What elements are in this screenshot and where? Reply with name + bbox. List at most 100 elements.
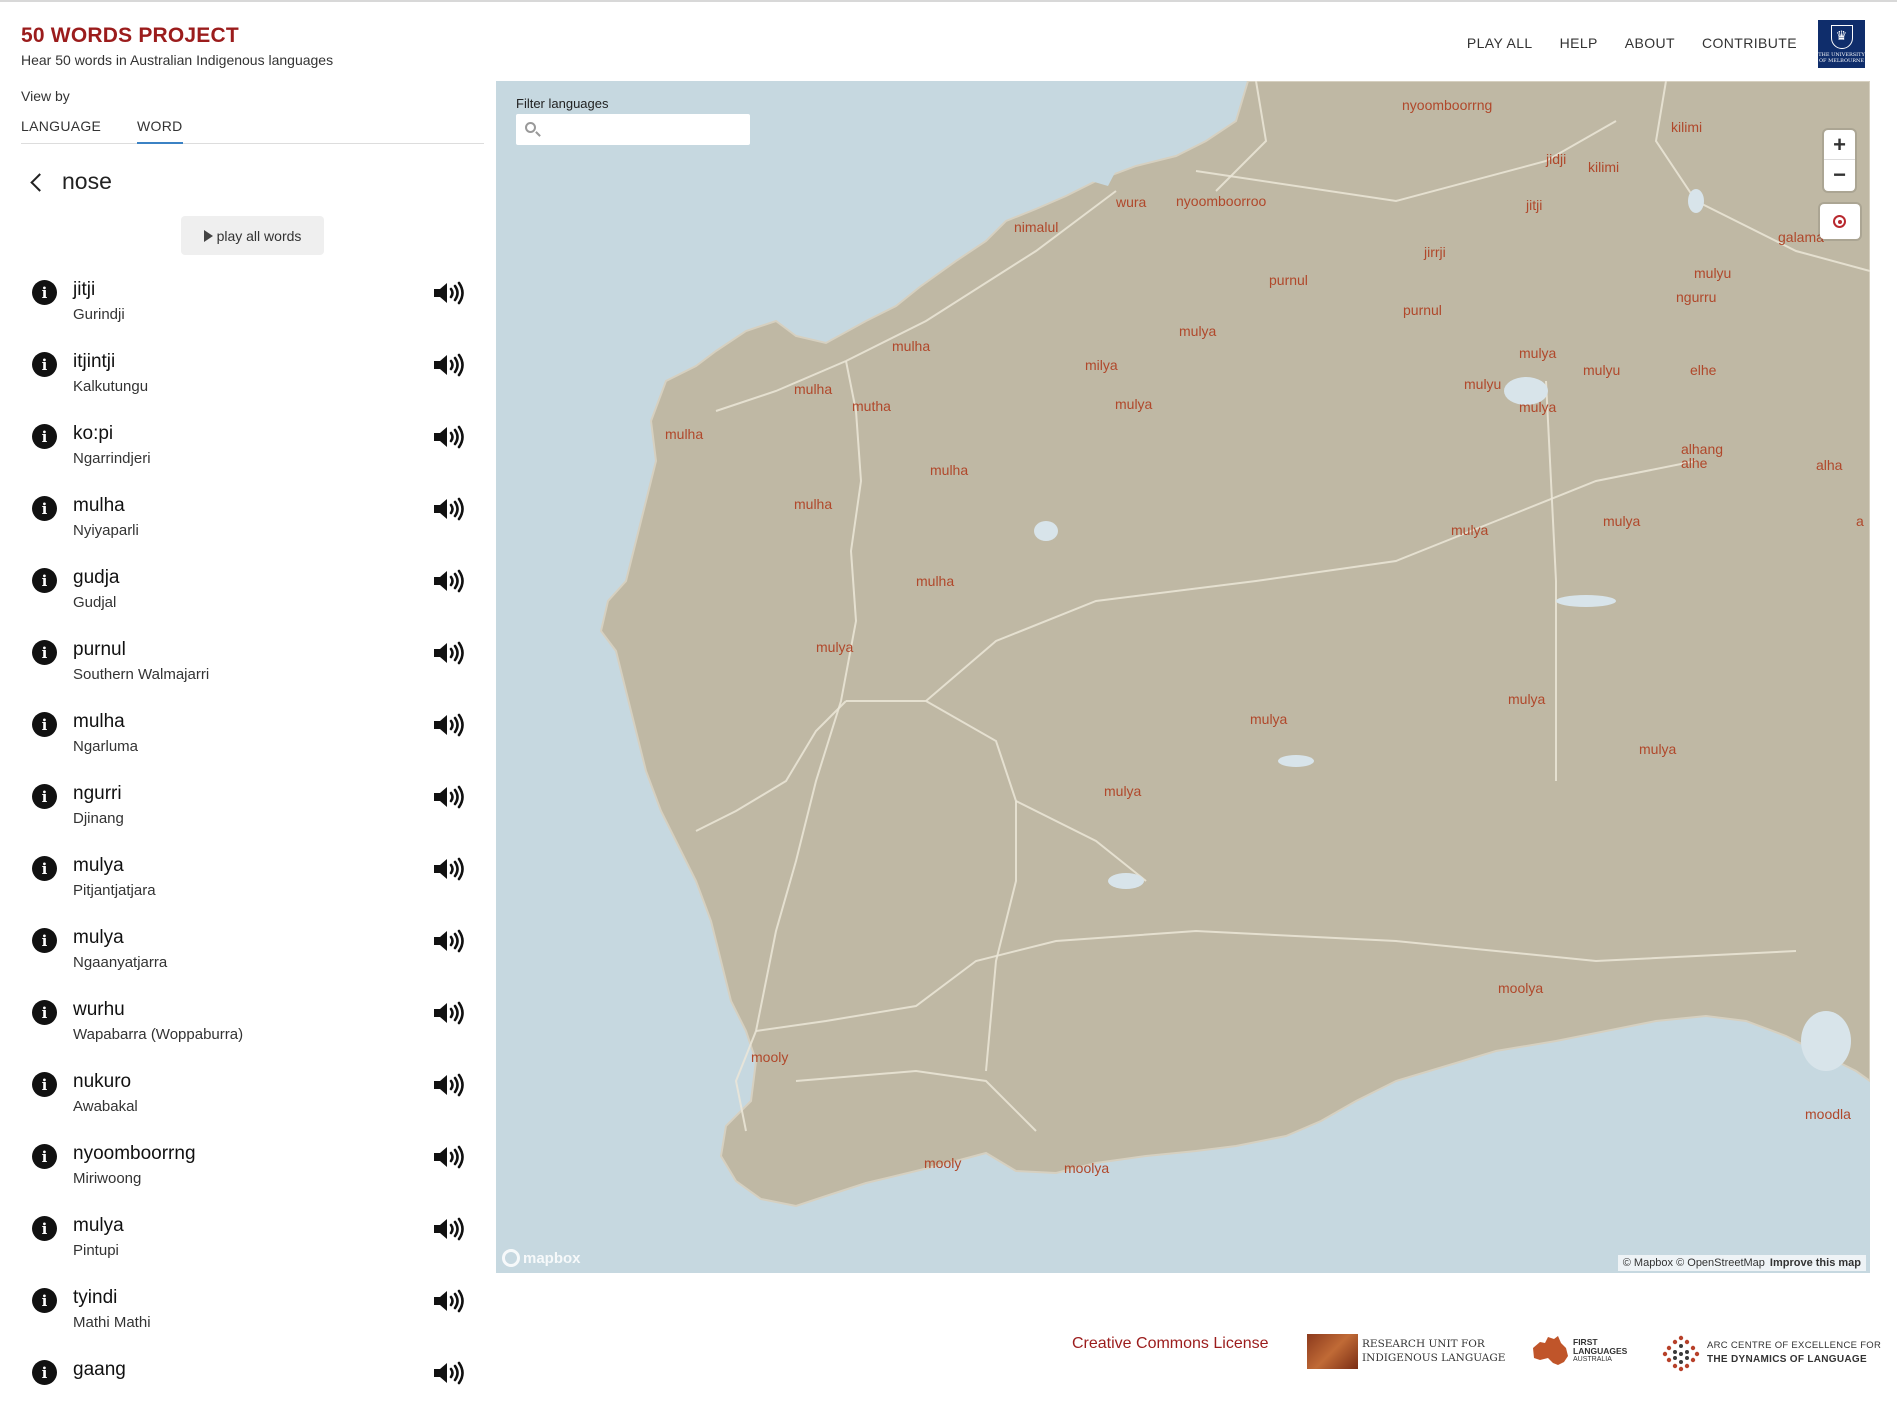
info-icon[interactable]: i	[32, 856, 57, 881]
filter-languages-field[interactable]	[516, 114, 750, 145]
map-label[interactable]: mulyu	[1694, 265, 1731, 281]
map-label[interactable]: mulya	[816, 639, 853, 655]
map-label[interactable]: mulya	[1519, 399, 1556, 415]
info-icon[interactable]: i	[32, 1360, 57, 1385]
map-label[interactable]: kilimi	[1588, 159, 1619, 175]
speaker-icon[interactable]	[432, 928, 466, 954]
speaker-icon[interactable]	[432, 640, 466, 666]
map-label[interactable]: jitji	[1526, 197, 1542, 213]
map-label[interactable]: mulha	[794, 496, 832, 512]
map-label[interactable]: alha	[1816, 457, 1842, 473]
map-label[interactable]: mulya	[1508, 691, 1545, 707]
info-icon[interactable]: i	[32, 1288, 57, 1313]
map-label[interactable]: mulha	[916, 573, 954, 589]
map-label[interactable]: mulha	[930, 462, 968, 478]
map-label[interactable]: a	[1856, 513, 1864, 529]
info-icon[interactable]: i	[32, 424, 57, 449]
info-icon[interactable]: i	[32, 784, 57, 809]
info-icon[interactable]: i	[32, 496, 57, 521]
nav-play-all[interactable]: PLAY ALL	[1467, 35, 1533, 51]
site-title[interactable]: 50 WORDS PROJECT	[21, 24, 239, 48]
map-label[interactable]: wura	[1116, 194, 1146, 210]
speaker-icon[interactable]	[432, 280, 466, 306]
info-icon[interactable]: i	[32, 280, 57, 305]
info-icon[interactable]: i	[32, 1000, 57, 1025]
geolocate-button[interactable]	[1820, 204, 1860, 239]
speaker-icon[interactable]	[432, 1072, 466, 1098]
info-icon[interactable]: i	[32, 640, 57, 665]
speaker-icon[interactable]	[432, 1000, 466, 1026]
tab-word[interactable]: WORD	[137, 118, 183, 144]
map-label[interactable]: alhe	[1681, 455, 1707, 471]
nav-about[interactable]: ABOUT	[1625, 35, 1675, 51]
map-label[interactable]: mulha	[665, 426, 703, 442]
speaker-icon[interactable]	[432, 1288, 466, 1314]
map-label[interactable]: galama	[1778, 229, 1824, 245]
university-logo[interactable]: ♛ THE UNIVERSITY OF MELBOURNE	[1818, 20, 1865, 68]
word-row: i mulya Ngaanyatjarra	[0, 918, 484, 990]
map-label[interactable]: mulya	[1179, 323, 1216, 339]
map-label[interactable]: nyoomboorrng	[1402, 97, 1492, 113]
zoom-out-button[interactable]: −	[1824, 160, 1855, 190]
map-label[interactable]: mooly	[751, 1049, 788, 1065]
play-all-words-button[interactable]: play all words	[181, 216, 324, 255]
speaker-icon[interactable]	[432, 784, 466, 810]
speaker-icon[interactable]	[432, 424, 466, 450]
info-icon[interactable]: i	[32, 1144, 57, 1169]
nav-contribute[interactable]: CONTRIBUTE	[1702, 35, 1797, 51]
mapbox-logo[interactable]: mapbox	[502, 1249, 581, 1267]
improve-map-link[interactable]: Improve this map	[1770, 1257, 1861, 1269]
map-label[interactable]: moodla	[1805, 1106, 1851, 1122]
speaker-icon[interactable]	[432, 568, 466, 594]
speaker-icon[interactable]	[432, 496, 466, 522]
map-label[interactable]: mulha	[892, 338, 930, 354]
attribution-text[interactable]: © Mapbox © OpenStreetMap	[1623, 1257, 1765, 1269]
info-icon[interactable]: i	[32, 568, 57, 593]
map-label[interactable]: nyoomboorroo	[1176, 193, 1266, 209]
map-label[interactable]: nimalul	[1014, 219, 1058, 235]
map-label[interactable]: mooly	[924, 1155, 961, 1171]
map-label[interactable]: kilimi	[1671, 119, 1702, 135]
info-icon[interactable]: i	[32, 1216, 57, 1241]
map-label[interactable]: mulyu	[1464, 376, 1501, 392]
info-icon[interactable]: i	[32, 712, 57, 737]
map-label[interactable]: mulya	[1639, 741, 1676, 757]
info-icon[interactable]: i	[32, 352, 57, 377]
speaker-icon[interactable]	[432, 1360, 466, 1386]
map-label[interactable]: mulya	[1519, 345, 1556, 361]
map-label[interactable]: milya	[1085, 357, 1118, 373]
map-label[interactable]: mulyu	[1583, 362, 1620, 378]
map-label[interactable]: mulya	[1603, 513, 1640, 529]
map-label[interactable]: mulya	[1104, 783, 1141, 799]
tab-language[interactable]: LANGUAGE	[21, 118, 101, 142]
arc-coedl-logo[interactable]: ARC CENTRE OF EXCELLENCE FOR THE DYNAMIC…	[1661, 1334, 1881, 1372]
speaker-icon[interactable]	[432, 1144, 466, 1170]
map-label[interactable]: mulya	[1115, 396, 1152, 412]
speaker-icon[interactable]	[432, 352, 466, 378]
creative-commons-link[interactable]: Creative Commons License	[1072, 1335, 1269, 1353]
map-label[interactable]: mulha	[794, 381, 832, 397]
map-label[interactable]: elhe	[1690, 362, 1716, 378]
ruil-logo[interactable]: RESEARCH UNIT FOR INDIGENOUS LANGUAGE	[1307, 1334, 1505, 1369]
map[interactable]: nyoomboorrng kilimi jidji kilimi wura nyoombo…	[496, 81, 1870, 1273]
map-label[interactable]: moolya	[1498, 980, 1543, 996]
info-icon[interactable]: i	[32, 1072, 57, 1097]
first-languages-logo[interactable]: FIRST LANGUAGES AUSTRALIA	[1530, 1334, 1627, 1368]
map-label[interactable]: mulya	[1250, 711, 1287, 727]
filter-languages-input[interactable]	[542, 118, 742, 141]
map-label[interactable]: jidji	[1546, 151, 1566, 167]
speaker-icon[interactable]	[432, 1216, 466, 1242]
map-label[interactable]: purnul	[1403, 302, 1442, 318]
speaker-icon[interactable]	[432, 856, 466, 882]
chevron-left-icon[interactable]	[26, 171, 48, 193]
map-label[interactable]: jirrji	[1424, 244, 1446, 260]
map-label[interactable]: purnul	[1269, 272, 1308, 288]
zoom-in-button[interactable]: +	[1824, 130, 1855, 160]
map-label[interactable]: moolya	[1064, 1160, 1109, 1176]
nav-help[interactable]: HELP	[1560, 35, 1598, 51]
info-icon[interactable]: i	[32, 928, 57, 953]
speaker-icon[interactable]	[432, 712, 466, 738]
map-label[interactable]: mulya	[1451, 522, 1488, 538]
map-label[interactable]: ngurru	[1676, 289, 1716, 305]
map-label[interactable]: mutha	[852, 398, 891, 414]
